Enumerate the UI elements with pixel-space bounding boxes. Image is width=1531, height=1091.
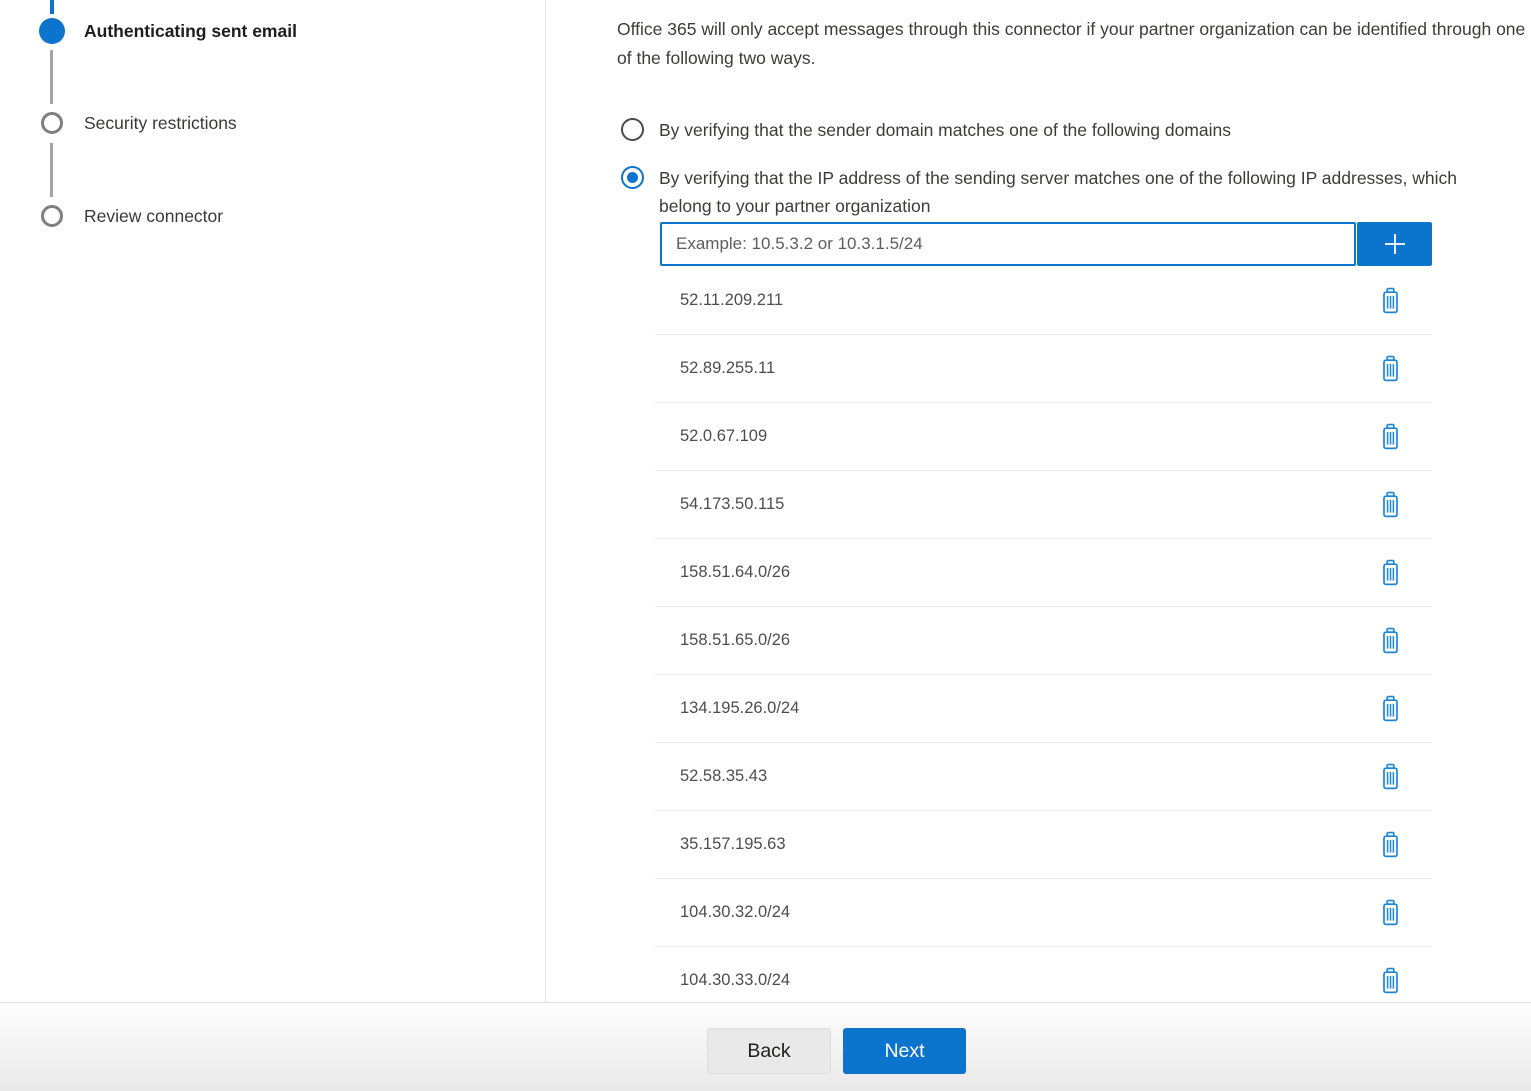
delete-ip-button[interactable] [1373, 622, 1407, 660]
ip-address-label: 134.195.26.0/24 [655, 699, 799, 718]
footer-bar: Back Next [0, 1002, 1531, 1091]
step-indicator-security-restrictions [41, 112, 63, 134]
trash-icon [1379, 967, 1402, 995]
trash-icon [1379, 695, 1402, 723]
ip-row: 52.89.255.11 [655, 335, 1432, 403]
ip-address-label: 52.89.255.11 [655, 359, 775, 378]
ip-address-label: 158.51.65.0/26 [655, 631, 790, 650]
delete-ip-button[interactable] [1373, 894, 1407, 932]
ip-row: 35.157.195.63 [655, 811, 1432, 879]
ip-address-label: 52.58.35.43 [655, 767, 767, 786]
trash-icon [1379, 559, 1402, 587]
ip-address-label: 35.157.195.63 [655, 835, 786, 854]
radio-option-sender-domain[interactable]: By verifying that the sender domain matc… [621, 118, 1231, 144]
radio-option-label: By verifying that the IP address of the … [659, 164, 1491, 220]
step-indicator-authenticating-active [39, 18, 65, 44]
trash-icon [1379, 763, 1402, 791]
ip-address-label: 158.51.64.0/26 [655, 563, 790, 582]
radio-unselected-icon [621, 118, 644, 141]
delete-ip-button[interactable] [1373, 758, 1407, 796]
delete-ip-button[interactable] [1373, 350, 1407, 388]
delete-ip-button[interactable] [1373, 690, 1407, 728]
ip-address-label: 104.30.33.0/24 [655, 971, 790, 990]
sidebar-step-security-restrictions[interactable]: Security restrictions [84, 111, 237, 135]
next-button[interactable]: Next [843, 1028, 966, 1074]
plus-icon [1381, 230, 1409, 258]
ip-address-input[interactable] [660, 222, 1356, 266]
back-button[interactable]: Back [707, 1028, 831, 1074]
ip-address-label: 54.173.50.115 [655, 495, 784, 514]
radio-option-ip-address[interactable]: By verifying that the IP address of the … [621, 166, 1491, 220]
intro-text: Office 365 will only accept messages thr… [617, 15, 1531, 72]
ip-row: 104.30.32.0/24 [655, 879, 1432, 947]
radio-selected-icon [621, 166, 644, 189]
delete-ip-button[interactable] [1373, 486, 1407, 524]
stepper-connector-line-top [50, 0, 54, 14]
ip-row: 52.58.35.43 [655, 743, 1432, 811]
ip-row: 54.173.50.115 [655, 471, 1432, 539]
sidebar-step-authenticating-sent-email[interactable]: Authenticating sent email [84, 19, 297, 43]
step-indicator-review-connector [41, 205, 63, 227]
delete-ip-button[interactable] [1373, 554, 1407, 592]
sidebar-divider [545, 0, 546, 1002]
ip-row: 134.195.26.0/24 [655, 675, 1432, 743]
ip-list: 52.11.209.211 52.89.255.11 52.0.67.109 [655, 267, 1432, 1015]
trash-icon [1379, 899, 1402, 927]
trash-icon [1379, 831, 1402, 859]
ip-row: 52.11.209.211 [655, 267, 1432, 335]
stepper-connector-line [50, 143, 53, 197]
add-ip-button[interactable] [1357, 222, 1432, 266]
trash-icon [1379, 355, 1402, 383]
connector-wizard-page: Authenticating sent email Security restr… [0, 0, 1531, 1091]
ip-address-label: 52.11.209.211 [655, 291, 783, 310]
trash-icon [1379, 287, 1402, 315]
stepper-connector-line [50, 50, 53, 104]
radio-option-label: By verifying that the sender domain matc… [659, 116, 1231, 144]
ip-row: 52.0.67.109 [655, 403, 1432, 471]
ip-row: 158.51.65.0/26 [655, 607, 1432, 675]
ip-address-label: 52.0.67.109 [655, 427, 767, 446]
trash-icon [1379, 627, 1402, 655]
delete-ip-button[interactable] [1373, 962, 1407, 1000]
trash-icon [1379, 491, 1402, 519]
ip-address-label: 104.30.32.0/24 [655, 903, 790, 922]
delete-ip-button[interactable] [1373, 826, 1407, 864]
sidebar-step-review-connector[interactable]: Review connector [84, 204, 223, 228]
trash-icon [1379, 423, 1402, 451]
ip-row: 158.51.64.0/26 [655, 539, 1432, 607]
delete-ip-button[interactable] [1373, 282, 1407, 320]
delete-ip-button[interactable] [1373, 418, 1407, 456]
